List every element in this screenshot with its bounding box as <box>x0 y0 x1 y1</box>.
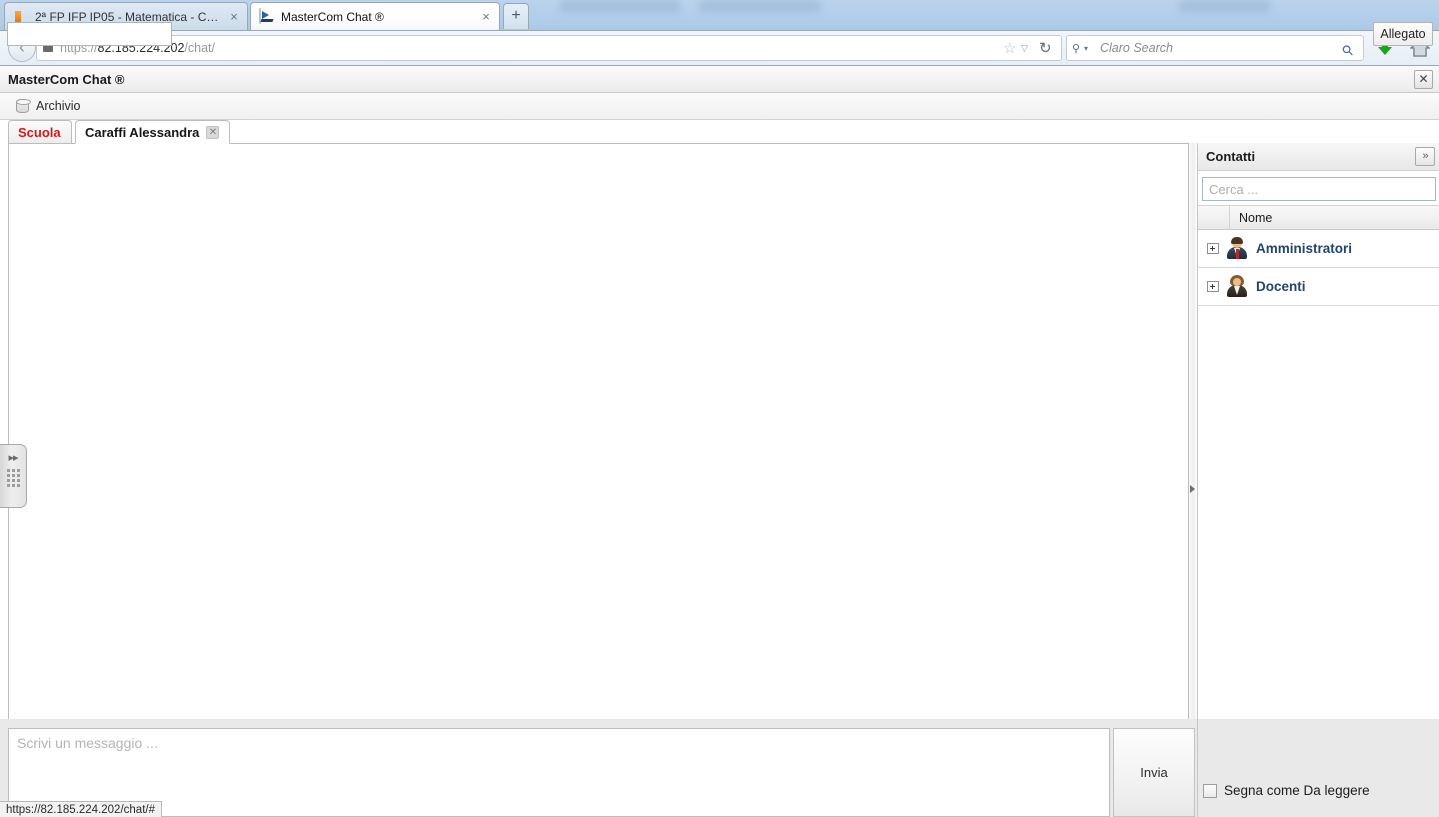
chat-message-panel <box>8 143 1189 785</box>
close-icon[interactable]: × <box>227 10 241 24</box>
attachment-area <box>1197 719 1439 817</box>
browser-navbar: ‹ https://82.185.224.202/chat/ ☆ ▽ ↻ ⚲ ▾… <box>0 30 1439 66</box>
contact-name: Amministratori <box>1256 241 1353 256</box>
contacts-search-wrapper <box>1198 172 1439 205</box>
close-icon[interactable]: ✕ <box>206 125 220 139</box>
mark-unread-label: Segna come Da leggere <box>1224 783 1370 798</box>
chat-tabbar: Scuola Caraffi Alessandra ✕ <box>0 120 1439 144</box>
status-bar-link: https://82.185.224.202/chat/# <box>0 801 162 817</box>
contact-name: Docenti <box>1256 279 1306 294</box>
chat-tab-label: Caraffi Alessandra <box>85 124 200 140</box>
left-panel-expander[interactable]: ▸▸ <box>0 444 27 508</box>
message-input[interactable]: Scrivi un messaggio ... <box>8 728 1110 817</box>
new-tab-button[interactable]: + <box>503 3 529 29</box>
mastercom-icon <box>259 7 275 25</box>
browser-tab-2[interactable]: MasterCom Chat ® × <box>250 2 500 30</box>
app-menubar: Archivio <box>0 93 1439 120</box>
browser-tab-title: MasterCom Chat ® <box>281 9 384 24</box>
send-button[interactable]: Invia <box>1113 728 1195 817</box>
browser-tabstrip: 2ª FP IFP IP05 - Matematica - Caraffi ..… <box>0 0 1439 30</box>
address-bar-url: https://82.185.224.202/chat/ <box>60 41 1003 55</box>
expand-node-icon[interactable] <box>1207 243 1219 254</box>
person-male-icon <box>1227 237 1247 259</box>
menu-item-archivio[interactable]: Archivio <box>10 97 86 115</box>
search-icon: ⚲ <box>1072 42 1081 55</box>
address-bar[interactable]: https://82.185.224.202/chat/ ☆ ▽ ↻ <box>36 35 1062 61</box>
search-submit-icon[interactable]: ⚲ <box>1338 36 1361 59</box>
attachment-input[interactable] <box>7 22 172 46</box>
chat-tab-caraffi-alessandra[interactable]: Caraffi Alessandra ✕ <box>75 120 230 144</box>
chat-tab-scuola[interactable]: Scuola <box>8 120 72 144</box>
contacts-panel: Contatti » Nome Amministratori <box>1197 143 1439 785</box>
close-icon[interactable]: × <box>479 10 493 24</box>
person-female-icon <box>1227 275 1247 297</box>
close-icon[interactable]: ✕ <box>1414 70 1433 89</box>
browser-search-bar[interactable]: ⚲ ▾ Claro Search ⚲ <box>1066 35 1364 61</box>
url-path: /chat/ <box>184 41 215 55</box>
mastercom-chat-app: MasterCom Chat ® ✕ Archivio Scuola Caraf… <box>0 66 1439 817</box>
mark-unread-row[interactable]: Segna come Da leggere <box>1203 783 1370 798</box>
search-input-placeholder: Claro Search <box>1100 41 1173 55</box>
mark-unread-checkbox[interactable] <box>1203 783 1217 798</box>
contacts-title: Contatti <box>1206 149 1256 164</box>
contacts-header: Contatti » <box>1198 143 1439 171</box>
column-header-nome: Nome <box>1239 210 1273 225</box>
contact-row-amministratori[interactable]: Amministratori <box>1198 230 1439 268</box>
chat-tab-label: Scuola <box>18 124 61 140</box>
star-icon[interactable]: ☆ <box>1003 39 1019 57</box>
contact-row-docenti[interactable]: Docenti <box>1198 268 1439 306</box>
search-input[interactable] <box>1202 177 1436 201</box>
reload-icon[interactable]: ↻ <box>1039 39 1055 57</box>
page-title: MasterCom Chat ® <box>8 71 125 87</box>
chevron-right-icon[interactable] <box>1190 485 1195 493</box>
chevron-down-icon[interactable]: ▽ <box>1021 43 1033 54</box>
compose-bar: Scrivi un messaggio ... Invia <box>0 719 1439 817</box>
chevron-down-icon[interactable]: ▾ <box>1084 44 1096 53</box>
expand-panel-button[interactable]: » <box>1415 147 1435 166</box>
expand-node-icon[interactable] <box>1207 281 1219 292</box>
menu-item-label: Archivio <box>36 99 81 113</box>
attachment-button[interactable]: Allegato <box>1373 22 1433 46</box>
double-chevron-right-icon: ▸▸ <box>8 452 18 464</box>
drag-grip-icon <box>6 469 20 487</box>
browser-chrome: 2ª FP IFP IP05 - Matematica - Caraffi ..… <box>0 0 1439 66</box>
grid-header-spacer <box>1198 205 1230 230</box>
database-icon <box>16 99 31 113</box>
contacts-grid-header: Nome <box>1198 205 1439 230</box>
panel-splitter[interactable] <box>1189 143 1197 785</box>
app-title-bar: MasterCom Chat ® ✕ <box>0 66 1439 93</box>
